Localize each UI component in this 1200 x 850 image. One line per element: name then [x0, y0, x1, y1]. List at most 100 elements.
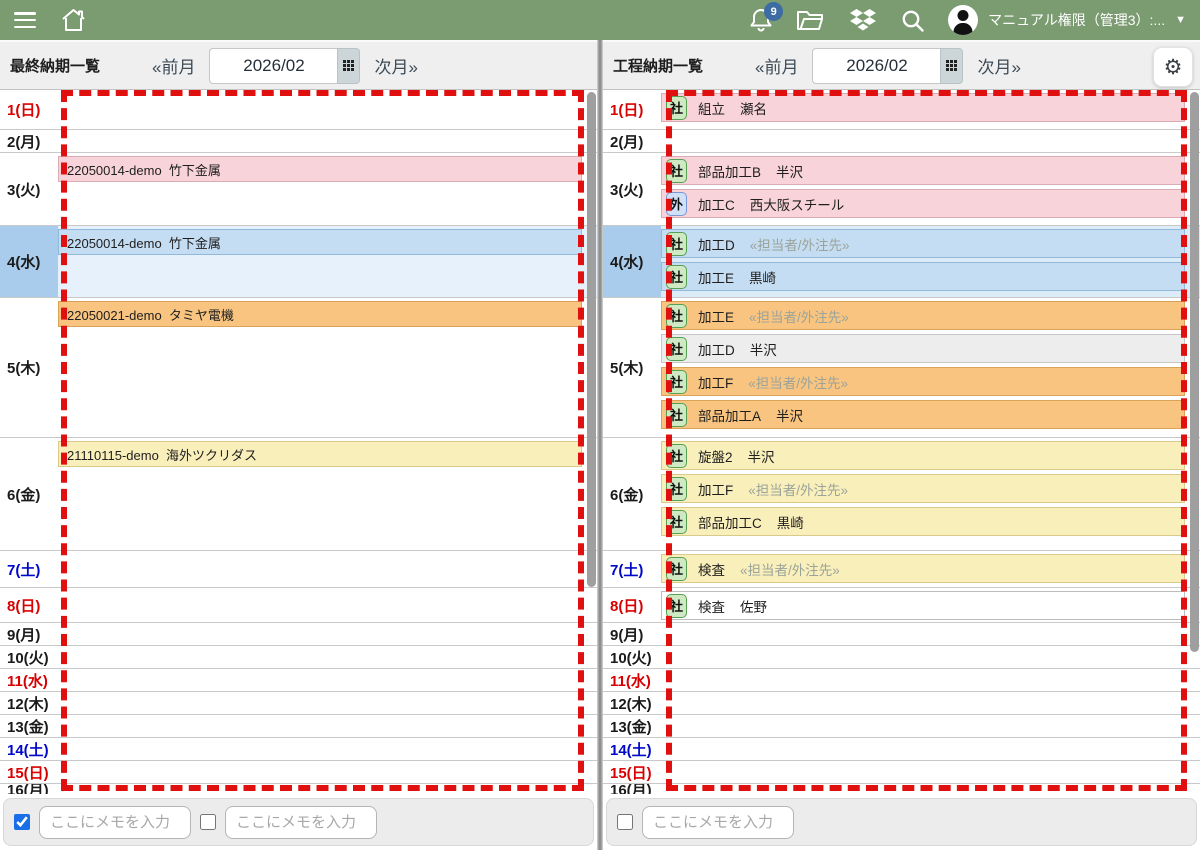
day-label: 13(金) — [0, 715, 58, 737]
user-label: マニュアル権限（管理3）:... — [988, 10, 1165, 30]
month-input[interactable] — [812, 48, 940, 84]
gear-icon[interactable]: ⚙ — [1153, 47, 1193, 87]
day-label: 9(月) — [603, 623, 661, 645]
assignee-name: 半沢 — [748, 446, 775, 466]
prev-month-button[interactable]: «前月 — [152, 53, 195, 78]
day-events — [58, 646, 597, 668]
memo-input[interactable] — [642, 806, 794, 839]
day-row[interactable]: 6(金)21110115-demo 海外ツクリダス — [0, 438, 597, 551]
day-row[interactable]: 10(火) — [603, 646, 1200, 669]
day-row[interactable]: 8(日)社検査佐野 — [603, 588, 1200, 623]
day-events — [661, 738, 1200, 760]
day-row[interactable]: 5(木)22050021-demo タミヤ電機 — [0, 298, 597, 438]
menu-icon[interactable] — [14, 12, 36, 28]
folder-icon[interactable] — [796, 8, 826, 32]
day-label: 14(土) — [603, 738, 661, 760]
day-row[interactable]: 8(日) — [0, 588, 597, 623]
process-event-bar[interactable]: 社加工D半沢 — [661, 334, 1185, 363]
day-events — [661, 130, 1200, 152]
day-row[interactable]: 14(土) — [603, 738, 1200, 761]
search-icon[interactable] — [900, 8, 925, 33]
month-input[interactable] — [209, 48, 337, 84]
inhouse-badge: 社 — [666, 444, 687, 468]
day-row[interactable]: 16(月) — [0, 784, 597, 794]
process-event-bar[interactable]: 社加工F«担当者/外注先» — [661, 474, 1185, 503]
day-row[interactable]: 7(土)社検査«担当者/外注先» — [603, 551, 1200, 588]
day-row[interactable]: 12(木) — [603, 692, 1200, 715]
process-event-bar[interactable]: 社加工E黒崎 — [661, 262, 1185, 291]
day-row[interactable]: 4(水)22050014-demo 竹下金属 — [0, 226, 597, 298]
process-event-bar[interactable]: 社加工E«担当者/外注先» — [661, 301, 1185, 330]
user-menu[interactable]: マニュアル権限（管理3）:... ▼ — [948, 5, 1186, 35]
day-row[interactable]: 15(日) — [0, 761, 597, 784]
inhouse-badge: 社 — [666, 96, 687, 120]
day-row[interactable]: 2(月) — [0, 130, 597, 153]
memo-checkbox[interactable] — [14, 814, 30, 830]
day-row[interactable]: 13(金) — [0, 715, 597, 738]
process-event-bar[interactable]: 社検査佐野 — [661, 591, 1185, 620]
process-event-bar[interactable]: 社部品加工C黒崎 — [661, 507, 1185, 536]
day-row[interactable]: 11(水) — [0, 669, 597, 692]
day-row[interactable]: 1(日)社組立瀬名 — [603, 90, 1200, 130]
memo-input[interactable] — [225, 806, 377, 839]
home-icon[interactable] — [60, 7, 87, 33]
scrollbar-thumb[interactable] — [587, 92, 596, 587]
calendar-picker-button[interactable] — [940, 48, 963, 84]
process-event-bar[interactable]: 社検査«担当者/外注先» — [661, 554, 1185, 583]
day-row[interactable]: 11(水) — [603, 669, 1200, 692]
day-label: 4(水) — [0, 226, 58, 297]
day-row[interactable]: 2(月) — [603, 130, 1200, 153]
day-row[interactable]: 6(金)社旋盤2半沢社加工F«担当者/外注先»社部品加工C黒崎 — [603, 438, 1200, 551]
day-events — [661, 761, 1200, 783]
memo-checkbox[interactable] — [617, 814, 633, 830]
day-label: 2(月) — [0, 130, 58, 152]
day-events: 社加工E«担当者/外注先» 社加工D半沢社加工F«担当者/外注先» 社部品加工A半沢 — [661, 298, 1200, 437]
process-event-bar[interactable]: 外加工C西大阪スチール — [661, 189, 1185, 218]
next-month-button[interactable]: 次月» — [977, 53, 1020, 78]
app-top-bar: 9 マニュアル権限（管理3）:... — [0, 0, 1200, 40]
page-title: 工程納期一覧 — [613, 55, 751, 76]
order-event-bar[interactable]: 22050014-demo 竹下金属 — [58, 156, 582, 182]
day-row[interactable]: 10(火) — [0, 646, 597, 669]
order-event-bar[interactable]: 21110115-demo 海外ツクリダス — [58, 441, 582, 467]
process-name: 旋盤2 — [698, 446, 733, 466]
process-event-bar[interactable]: 社加工F«担当者/外注先» — [661, 367, 1185, 396]
calendar-picker-button[interactable] — [337, 48, 360, 84]
day-row[interactable]: 3(火)22050014-demo 竹下金属 — [0, 153, 597, 226]
scrollbar-thumb[interactable] — [1190, 92, 1199, 652]
day-label: 9(月) — [0, 623, 58, 645]
day-label: 3(火) — [0, 153, 58, 225]
main-area: 最終納期一覧 «前月 次月» 1(日)2(月)3(火)22050014-demo… — [0, 40, 1200, 850]
day-events — [58, 761, 597, 783]
day-row[interactable]: 12(木) — [0, 692, 597, 715]
day-row[interactable]: 16(月) — [603, 784, 1200, 794]
day-row[interactable]: 13(金) — [603, 715, 1200, 738]
process-event-bar[interactable]: 社部品加工B半沢 — [661, 156, 1185, 185]
day-row[interactable]: 3(火)社部品加工B半沢外加工C西大阪スチール — [603, 153, 1200, 226]
day-events — [661, 669, 1200, 691]
day-row[interactable]: 1(日) — [0, 90, 597, 130]
process-event-bar[interactable]: 社旋盤2 半沢 — [661, 441, 1185, 470]
day-row[interactable]: 15(日) — [603, 761, 1200, 784]
process-event-bar[interactable]: 社加工D«担当者/外注先» — [661, 229, 1185, 258]
day-row[interactable]: 14(土) — [0, 738, 597, 761]
process-event-bar[interactable]: 社部品加工A半沢 — [661, 400, 1185, 429]
day-row[interactable]: 5(木)社加工E«担当者/外注先»社加工D半沢社加工F«担当者/外注先»社部品加… — [603, 298, 1200, 438]
day-row[interactable]: 9(月) — [0, 623, 597, 646]
dropbox-icon[interactable] — [849, 8, 877, 33]
day-row[interactable]: 4(水)社加工D«担当者/外注先»社加工E黒崎 — [603, 226, 1200, 298]
process-name: 加工F — [698, 372, 733, 392]
day-row[interactable]: 9(月) — [603, 623, 1200, 646]
day-label: 5(木) — [0, 298, 58, 437]
order-event-bar[interactable]: 22050021-demo タミヤ電機 — [58, 301, 582, 327]
memo-input[interactable] — [39, 806, 191, 839]
order-event-bar[interactable]: 22050014-demo 竹下金属 — [58, 229, 582, 255]
prev-month-button[interactable]: «前月 — [755, 53, 798, 78]
inhouse-badge: 社 — [666, 403, 687, 427]
day-events: 22050014-demo 竹下金属 — [58, 153, 597, 225]
process-event-bar[interactable]: 社組立瀬名 — [661, 93, 1185, 122]
bell-icon[interactable]: 9 — [749, 7, 773, 33]
memo-checkbox[interactable] — [200, 814, 216, 830]
next-month-button[interactable]: 次月» — [374, 53, 417, 78]
day-row[interactable]: 7(土) — [0, 551, 597, 588]
